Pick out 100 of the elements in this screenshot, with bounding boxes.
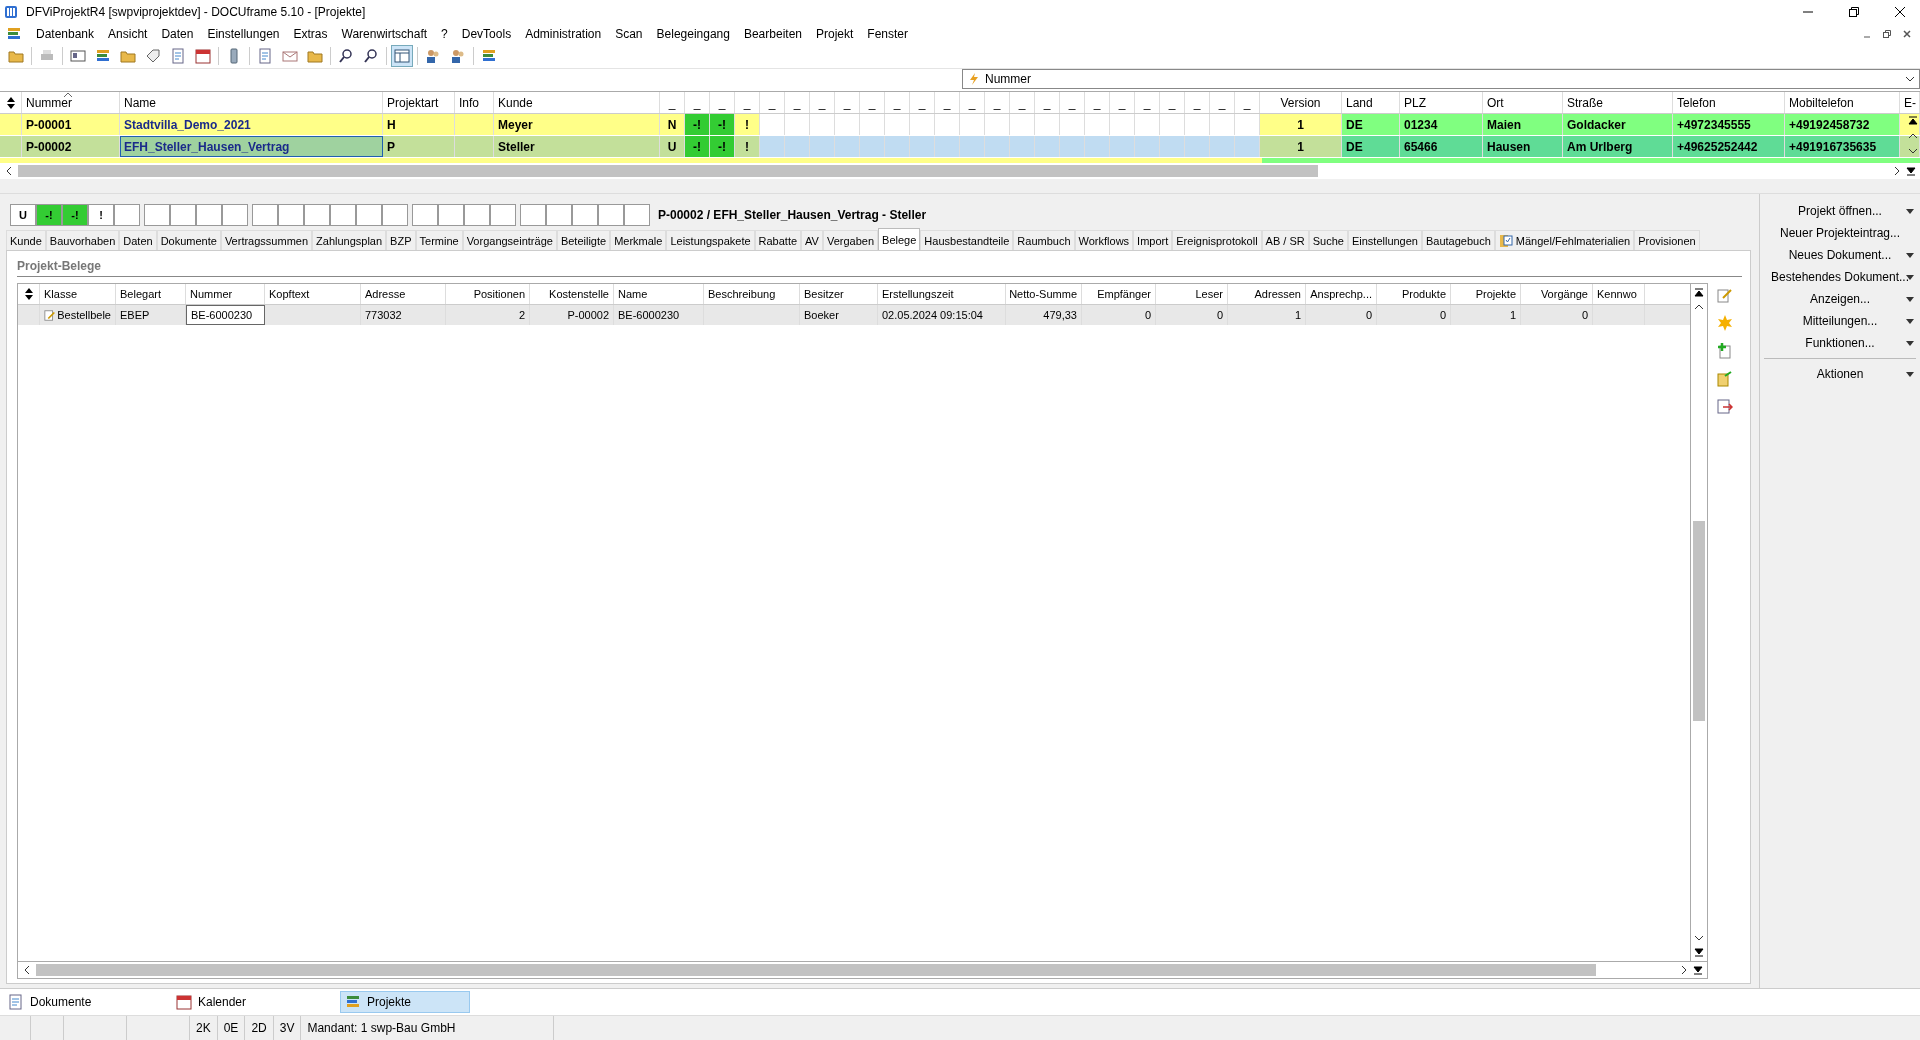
column-header[interactable]: Version <box>1260 92 1342 113</box>
tab[interactable]: Dokumente <box>156 230 221 250</box>
tab[interactable]: Provisionen <box>1634 230 1700 250</box>
column-header[interactable]: _ <box>1110 92 1135 113</box>
column-header[interactable]: _ <box>760 92 785 113</box>
action-menu-item[interactable]: Neues Dokument... <box>1760 244 1920 266</box>
column-header[interactable]: Kostenstelle <box>530 284 614 304</box>
column-header[interactable]: E- <box>1900 92 1920 113</box>
column-header[interactable]: PLZ <box>1400 92 1483 113</box>
menu-item[interactable]: Ansicht <box>108 27 148 41</box>
tab[interactable]: Daten <box>119 230 157 250</box>
scroll-bottom-icon[interactable] <box>1906 166 1916 176</box>
column-header[interactable]: _ <box>685 92 710 113</box>
add-document-icon[interactable] <box>1717 343 1733 359</box>
column-header[interactable]: Telefon <box>1673 92 1785 113</box>
table-row[interactable]: P-00002 EFH_Steller_Hausen_Vertrag P Steller U -! -! ! 1 DE 65466 Hausen Am Urlberg +49625252442 +491916735635 <box>0 136 1920 158</box>
scroll-top-icon[interactable] <box>1908 116 1918 126</box>
tab[interactable]: BZP <box>386 230 416 250</box>
menu-item[interactable]: Fenster <box>867 27 909 41</box>
column-header[interactable]: Name <box>120 92 383 113</box>
tab[interactable]: Merkmale <box>610 230 667 250</box>
action-menu-item[interactable]: Bestehendes Dokument... <box>1760 266 1920 288</box>
column-header[interactable]: Erstellungszeit <box>878 284 1006 304</box>
column-header[interactable]: Adresse <box>361 284 446 304</box>
scroll-up-icon[interactable] <box>1694 302 1704 312</box>
column-header[interactable]: Nummer <box>186 284 265 304</box>
tab[interactable]: Bautagebuch <box>1422 230 1495 250</box>
filter-combobox[interactable]: Nummer <box>962 69 1920 89</box>
column-header[interactable]: Positionen <box>446 284 530 304</box>
menu-item[interactable]: Belegeingang <box>656 27 730 41</box>
tab[interactable]: Vertragssummen <box>220 230 313 250</box>
column-header[interactable]: _ <box>935 92 960 113</box>
menu-item[interactable]: Bearbeiten <box>743 27 802 41</box>
column-header[interactable]: Belegart <box>116 284 186 304</box>
tab[interactable]: Ereignisprotokoll <box>1172 230 1262 250</box>
scroll-right-icon[interactable] <box>1679 965 1689 975</box>
restore-icon[interactable] <box>1882 29 1892 39</box>
tab[interactable]: AB / SR <box>1261 230 1309 250</box>
tab[interactable]: Hausbestandteile <box>920 230 1014 250</box>
column-header[interactable]: _ <box>1160 92 1185 113</box>
column-header[interactable]: _ <box>860 92 885 113</box>
tab[interactable]: Vergaben <box>822 230 879 250</box>
menu-item[interactable]: Warenwirtschaft <box>341 27 428 41</box>
tab[interactable]: Zahlungsplan <box>312 230 387 250</box>
action-menu-item[interactable]: Neuer Projekteintrag... <box>1760 222 1920 244</box>
tab[interactable]: Vorgangseinträge <box>462 230 557 250</box>
menu-item[interactable]: ? <box>441 27 448 41</box>
column-header[interactable]: Empfänger <box>1082 284 1156 304</box>
scroll-down-icon[interactable] <box>1694 933 1704 943</box>
scroll-bottom-icon[interactable] <box>1693 965 1703 975</box>
column-header[interactable]: Land <box>1342 92 1400 113</box>
star-icon[interactable] <box>1717 315 1733 331</box>
column-header[interactable]: _ <box>1135 92 1160 113</box>
action-menu-item[interactable]: Funktionen... <box>1760 332 1920 354</box>
column-header[interactable]: _ <box>1210 92 1235 113</box>
taskbar-item[interactable]: Projekte <box>340 991 470 1013</box>
column-header[interactable]: Straße <box>1563 92 1673 113</box>
scroll-down-icon[interactable] <box>1908 146 1918 156</box>
column-header[interactable]: Projekte <box>1451 284 1521 304</box>
column-header[interactable]: _ <box>710 92 735 113</box>
column-header[interactable]: Produkte <box>1377 284 1451 304</box>
column-header[interactable]: _ <box>835 92 860 113</box>
column-header[interactable]: Klasse <box>40 284 116 304</box>
document-arrow-icon[interactable] <box>1717 371 1733 387</box>
column-header[interactable]: Adressen <box>1228 284 1306 304</box>
tab[interactable]: Belege <box>878 228 921 251</box>
column-header[interactable]: _ <box>1010 92 1035 113</box>
column-header[interactable]: Leser <box>1156 284 1228 304</box>
scroll-bottom-icon[interactable] <box>1694 947 1704 957</box>
column-header[interactable]: _ <box>910 92 935 113</box>
column-header[interactable]: Beschreibung <box>704 284 800 304</box>
scroll-right-icon[interactable] <box>1892 166 1902 176</box>
column-header[interactable]: Besitzer <box>800 284 878 304</box>
scrollbar-thumb[interactable] <box>36 964 1596 976</box>
column-header[interactable]: _ <box>960 92 985 113</box>
taskbar-item[interactable]: Kalender <box>172 992 300 1012</box>
close-icon[interactable] <box>1894 6 1906 18</box>
menu-item[interactable]: Datenbank <box>36 27 95 41</box>
scrollbar-thumb[interactable] <box>18 165 1318 177</box>
tab[interactable]: Termine <box>415 230 463 250</box>
tab[interactable]: Rabatte <box>754 230 802 250</box>
column-header[interactable]: _ <box>1235 92 1260 113</box>
scroll-left-icon[interactable] <box>22 965 32 975</box>
column-header[interactable]: Nummer <box>22 92 120 113</box>
menu-icon[interactable] <box>6 27 22 41</box>
tab[interactable]: Kunde <box>6 230 46 250</box>
tab[interactable]: Workflows <box>1074 230 1134 250</box>
column-header[interactable]: Info <box>455 92 494 113</box>
column-header[interactable]: Vorgänge <box>1521 284 1593 304</box>
table-row[interactable]: P-00001 Stadtvilla_Demo_2021 H Meyer N -! -! ! 1 DE 01234 Maien Goldacker +4972345555 +49192458732 <box>0 114 1920 136</box>
column-header[interactable]: _ <box>885 92 910 113</box>
column-header[interactable]: Kopftext <box>265 284 361 304</box>
scrollbar-thumb[interactable] <box>1693 521 1705 721</box>
action-menu-item[interactable]: Mitteilungen... <box>1760 310 1920 332</box>
scroll-up-icon[interactable] <box>1908 131 1918 141</box>
column-header[interactable]: Kunde <box>494 92 660 113</box>
taskbar-item[interactable]: Dokumente <box>4 992 132 1012</box>
column-header[interactable]: _ <box>660 92 685 113</box>
scroll-top-icon[interactable] <box>1694 288 1704 298</box>
column-header[interactable]: Netto-Summe <box>1006 284 1082 304</box>
